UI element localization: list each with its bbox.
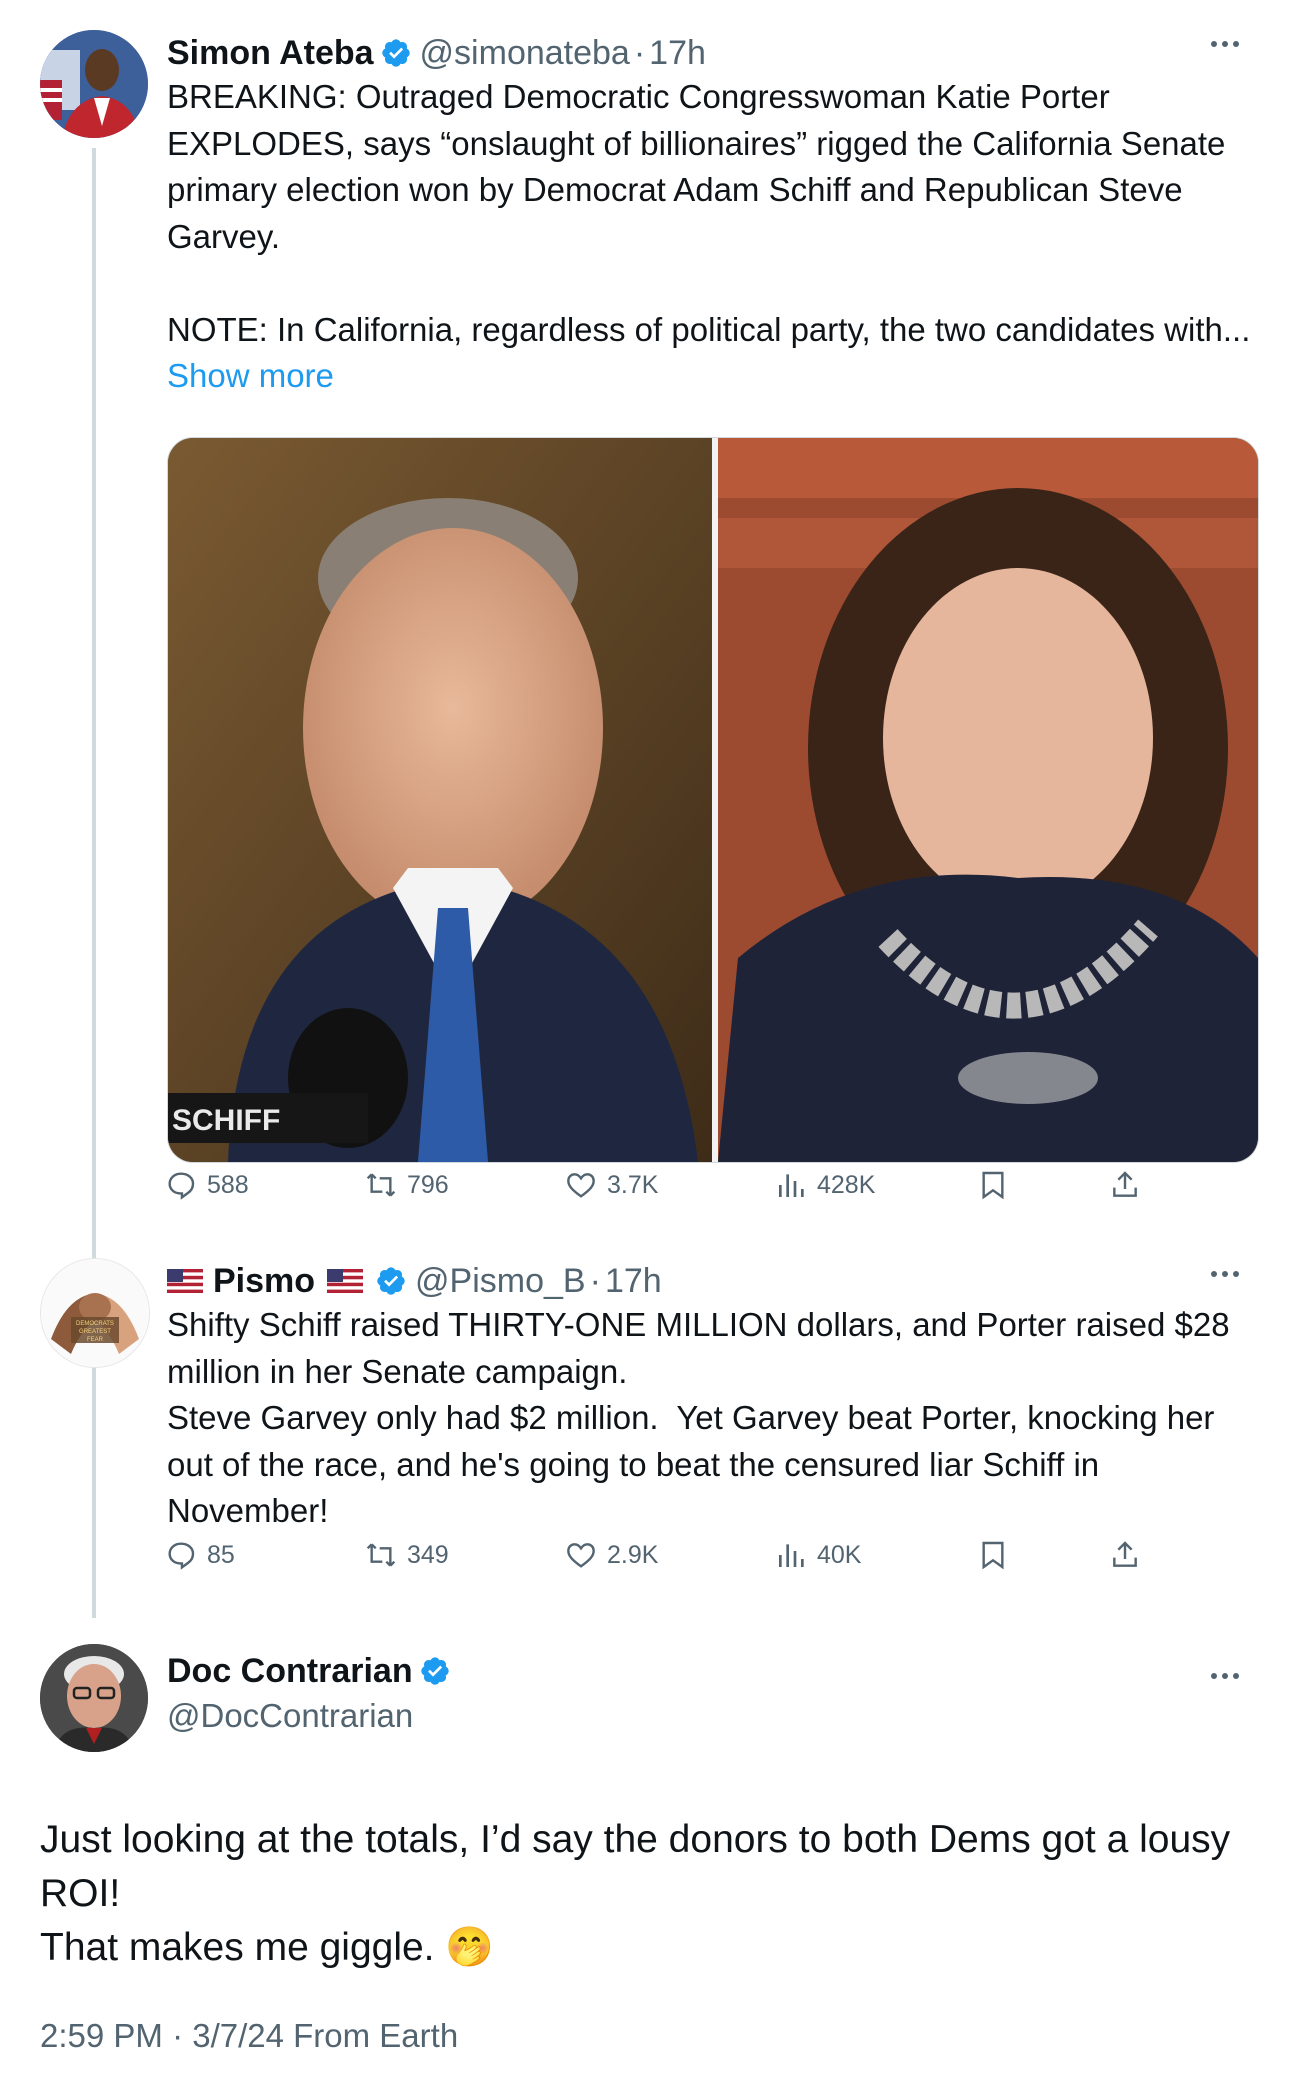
author-block: Doc Contrarian @DocContrarian: [167, 1648, 459, 1738]
repost-count: 796: [407, 1170, 449, 1199]
svg-text:DEMOCRATS: DEMOCRATS: [76, 1321, 114, 1327]
author-name[interactable]: Simon Ateba: [167, 34, 374, 73]
tweet-doc-contrarian[interactable]: Doc Contrarian @DocContrarian Just looki…: [0, 1640, 1297, 2077]
show-more-link[interactable]: Show more: [167, 357, 334, 394]
nameplate-text: SCHIFF: [172, 1104, 280, 1137]
like-icon: [567, 1173, 595, 1198]
views-button[interactable]: 40K: [775, 1535, 861, 1575]
reply-text: Just looking at the totals, I’d say the …: [40, 1813, 1260, 1975]
avatar[interactable]: DEMOCRATS GREATEST FEAR: [40, 1258, 150, 1368]
views-icon: [779, 1544, 804, 1567]
like-icon: [567, 1543, 595, 1568]
repost-count: 349: [407, 1540, 449, 1569]
bookmark-icon: [982, 1541, 1004, 1570]
verified-icon: [420, 1657, 449, 1685]
reply-icon: [168, 1172, 195, 1200]
author-name[interactable]: Doc Contrarian: [167, 1652, 413, 1691]
us-flag-icon: [167, 1269, 203, 1293]
repost-icon: [366, 1173, 396, 1197]
hand-over-mouth-emoji: 🤭: [445, 1926, 494, 1969]
photo-porter[interactable]: [718, 438, 1258, 1162]
tweet-header: Simon Ateba @simonateba · 17h: [167, 26, 706, 80]
author-handle[interactable]: @simonateba: [420, 34, 630, 73]
avatar[interactable]: [40, 30, 148, 138]
more-icon[interactable]: [1208, 34, 1242, 54]
avatar[interactable]: [40, 1644, 148, 1752]
svg-text:FEAR: FEAR: [87, 1337, 104, 1343]
bookmark-button[interactable]: [977, 1535, 1019, 1575]
tweet-simon-ateba[interactable]: Simon Ateba @simonateba · 17h BREAKING: …: [0, 20, 1297, 1220]
separator: ·: [589, 1261, 601, 1300]
like-button[interactable]: 2.9K: [565, 1535, 658, 1575]
more-icon[interactable]: [1208, 1666, 1242, 1686]
tweet-text: Shifty Schiff raised THIRTY-ONE MILLION …: [167, 1306, 1230, 1529]
tweet-pismo[interactable]: DEMOCRATS GREATEST FEAR Pismo @Pismo_B ·…: [0, 1250, 1297, 1580]
us-flag-icon: [327, 1269, 364, 1293]
tweet-actions: 588 796 3.7K 428K: [165, 1165, 1165, 1205]
views-icon: [779, 1174, 804, 1197]
reply-icon: [168, 1542, 195, 1570]
tweet-media[interactable]: SCHIFF: [167, 437, 1259, 1163]
reply-button[interactable]: 588: [165, 1165, 249, 1205]
tweet-text-content: BREAKING: Outraged Democratic Congresswo…: [167, 78, 1251, 348]
like-count: 2.9K: [607, 1540, 659, 1569]
tweet-actions: 85 349 2.9K 40K: [165, 1535, 1165, 1575]
timestamp[interactable]: 17h: [649, 34, 706, 73]
like-button[interactable]: 3.7K: [565, 1165, 658, 1205]
author-name[interactable]: Pismo: [213, 1262, 315, 1301]
separator: ·: [633, 33, 646, 72]
post-timestamp[interactable]: 2:59 PM · 3/7/24 From Earth: [40, 2017, 458, 2055]
reply-text-content: Just looking at the totals, I’d say the …: [40, 1818, 1231, 1969]
repost-icon: [366, 1543, 396, 1567]
verified-icon: [377, 1267, 405, 1295]
author-handle[interactable]: @Pismo_B: [415, 1262, 586, 1301]
share-button[interactable]: [1109, 1165, 1151, 1205]
photo-schiff[interactable]: SCHIFF: [168, 438, 712, 1162]
verified-icon: [381, 39, 410, 67]
share-icon: [1113, 1171, 1137, 1197]
author-handle[interactable]: @DocContrarian: [167, 1697, 413, 1734]
share-button[interactable]: [1109, 1535, 1151, 1575]
share-icon: [1113, 1541, 1137, 1567]
views-count: 428K: [817, 1170, 876, 1199]
bookmark-icon: [982, 1171, 1004, 1200]
more-icon[interactable]: [1208, 1264, 1242, 1284]
like-count: 3.7K: [607, 1170, 659, 1199]
svg-text:GREATEST: GREATEST: [79, 1329, 111, 1335]
timestamp[interactable]: 17h: [605, 1262, 662, 1301]
repost-button[interactable]: 796: [365, 1165, 449, 1205]
tweet-header: Pismo @Pismo_B · 17h: [167, 1254, 662, 1308]
repost-button[interactable]: 349: [365, 1535, 449, 1575]
bookmark-button[interactable]: [977, 1165, 1019, 1205]
reply-count: 588: [207, 1170, 249, 1199]
views-count: 40K: [817, 1540, 862, 1569]
reply-count: 85: [207, 1540, 235, 1569]
views-button[interactable]: 428K: [775, 1165, 875, 1205]
tweet-text: BREAKING: Outraged Democratic Congresswo…: [167, 74, 1267, 400]
reply-button[interactable]: 85: [165, 1535, 235, 1575]
